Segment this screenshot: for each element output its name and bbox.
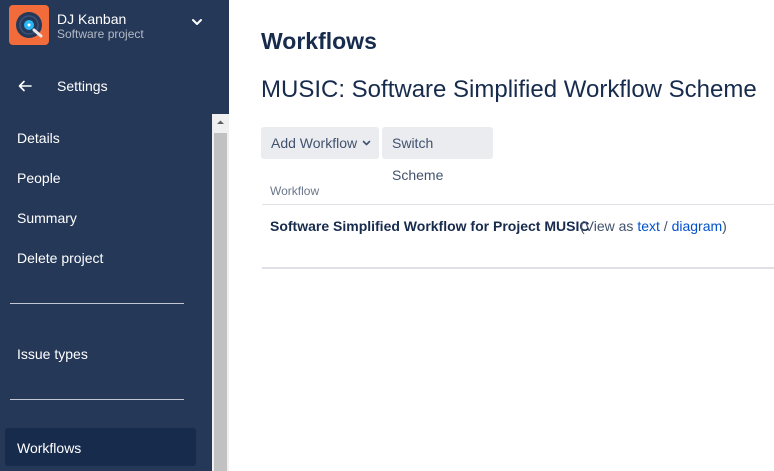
switch-scheme-label: Switch Scheme bbox=[392, 135, 444, 183]
sidebar-item-summary[interactable]: Summary bbox=[17, 210, 77, 226]
view-as-prefix: (View as bbox=[580, 218, 634, 234]
sidebar-item-issue-types[interactable]: Issue types bbox=[17, 346, 88, 362]
view-as-diagram-link[interactable]: diagram bbox=[672, 218, 723, 234]
view-as-separator: / bbox=[663, 218, 668, 234]
view-as-group: (View as text / diagram) bbox=[580, 218, 727, 234]
switch-scheme-button[interactable]: Switch Scheme bbox=[382, 127, 493, 183]
caret-up-icon bbox=[217, 120, 224, 124]
add-workflow-button[interactable]: Add Workflow bbox=[261, 127, 379, 159]
workflow-scheme-title: MUSIC: Software Simplified Workflow Sche… bbox=[261, 76, 757, 103]
page-title: Workflows bbox=[261, 28, 377, 54]
sidebar-item-label: Workflows bbox=[17, 440, 82, 456]
view-as-text-link[interactable]: text bbox=[637, 218, 660, 234]
sidebar-item-details[interactable]: Details bbox=[17, 130, 60, 146]
workflow-name: Software Simplified Workflow for Project… bbox=[270, 218, 590, 234]
sidebar-item-workflows[interactable]: Workflows bbox=[5, 428, 196, 466]
sidebar-item-delete-project[interactable]: Delete project bbox=[17, 250, 103, 266]
project-header[interactable]: DJ Kanban Software project bbox=[0, 0, 229, 52]
back-to-settings[interactable]: Settings bbox=[0, 72, 229, 100]
project-name: DJ Kanban bbox=[57, 11, 127, 27]
chevron-down-icon bbox=[362, 140, 371, 146]
arrow-left-icon bbox=[18, 80, 32, 92]
sidebar-divider bbox=[10, 399, 184, 400]
chevron-down-icon[interactable] bbox=[190, 15, 204, 29]
table-divider bbox=[262, 267, 774, 269]
sidebar-scrollbar[interactable] bbox=[212, 114, 229, 471]
table-divider bbox=[262, 204, 774, 205]
project-sidebar: DJ Kanban Software project Settings Deta… bbox=[0, 0, 229, 471]
sidebar-divider bbox=[10, 303, 184, 304]
sidebar-item-people[interactable]: People bbox=[17, 170, 61, 186]
settings-label: Settings bbox=[57, 78, 108, 94]
add-workflow-label: Add Workflow bbox=[271, 135, 358, 151]
table-header-workflow: Workflow bbox=[270, 184, 320, 198]
scroll-up-button[interactable] bbox=[212, 114, 229, 131]
scrollbar-thumb[interactable] bbox=[214, 133, 227, 471]
project-type: Software project bbox=[57, 27, 144, 41]
view-as-suffix: ) bbox=[722, 218, 727, 234]
project-avatar bbox=[9, 5, 49, 45]
vinyl-record-icon bbox=[16, 12, 43, 38]
